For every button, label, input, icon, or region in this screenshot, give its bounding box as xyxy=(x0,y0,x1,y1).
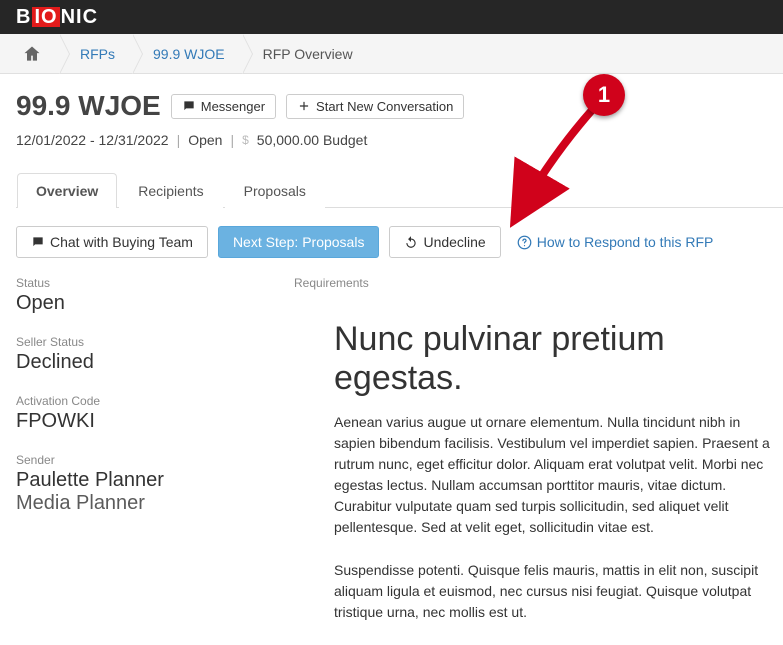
breadcrumb-current: RFP Overview xyxy=(253,46,371,62)
title-row: 99.9 WJOE Messenger Start New Conversati… xyxy=(16,90,783,122)
meta-label: Seller Status xyxy=(16,335,294,349)
chat-icon xyxy=(182,99,196,113)
meta-value: Open xyxy=(16,292,294,315)
logo-part: B xyxy=(16,6,31,29)
requirements-body: Nunc pulvinar pretium egestas. Aenean va… xyxy=(294,320,783,623)
chat-with-buying-team-button[interactable]: Chat with Buying Team xyxy=(16,226,208,258)
start-conversation-label: Start New Conversation xyxy=(316,99,453,114)
meta-label: Activation Code xyxy=(16,394,294,408)
breadcrumb-station[interactable]: 99.9 WJOE xyxy=(143,46,243,62)
page-title: 99.9 WJOE xyxy=(16,90,161,122)
requirements-column: Requirements Nunc pulvinar pretium egest… xyxy=(294,276,783,645)
tab-recipients[interactable]: Recipients xyxy=(119,173,222,208)
messenger-button[interactable]: Messenger xyxy=(171,94,276,119)
dollar-icon: $ xyxy=(242,133,249,147)
messenger-label: Messenger xyxy=(201,99,265,114)
tabs: Overview Recipients Proposals xyxy=(16,172,783,208)
meta-activation-code: Activation Code FPOWKI xyxy=(16,394,294,433)
action-row: Chat with Buying Team Next Step: Proposa… xyxy=(16,226,783,258)
header-subline: 12/01/2022 - 12/31/2022 | Open | $ 50,00… xyxy=(16,132,783,148)
date-range: 12/01/2022 - 12/31/2022 xyxy=(16,132,169,148)
meta-status: Status Open xyxy=(16,276,294,315)
plus-icon xyxy=(297,99,311,113)
meta-sender: Sender Paulette Planner Media Planner xyxy=(16,453,294,515)
help-link[interactable]: How to Respond to this RFP xyxy=(517,234,714,250)
undecline-label: Undecline xyxy=(423,234,485,250)
chat-label: Chat with Buying Team xyxy=(50,234,193,250)
top-bar: BIONIC xyxy=(0,0,783,34)
logo-part: IO xyxy=(32,7,59,27)
meta-label: Sender xyxy=(16,453,294,467)
breadcrumb: RFPs 99.9 WJOE RFP Overview xyxy=(0,34,783,74)
requirements-para: Aenean varius augue ut ornare elementum.… xyxy=(334,412,783,538)
meta-sender-title: Media Planner xyxy=(16,492,294,515)
meta-sender-name: Paulette Planner xyxy=(16,469,294,492)
meta-column: Status Open Seller Status Declined Activ… xyxy=(16,276,294,645)
requirements-heading: Nunc pulvinar pretium egestas. xyxy=(334,320,783,398)
undo-icon xyxy=(404,235,418,249)
content: Status Open Seller Status Declined Activ… xyxy=(16,276,783,645)
home-icon[interactable] xyxy=(12,44,60,64)
separator: | xyxy=(230,132,234,148)
header-status: Open xyxy=(188,132,222,148)
meta-value: Declined xyxy=(16,351,294,374)
tab-proposals[interactable]: Proposals xyxy=(225,173,325,208)
help-label: How to Respond to this RFP xyxy=(537,234,714,250)
requirements-label: Requirements xyxy=(294,276,783,290)
meta-label: Status xyxy=(16,276,294,290)
tab-overview[interactable]: Overview xyxy=(17,173,117,208)
start-conversation-button[interactable]: Start New Conversation xyxy=(286,94,464,119)
logo: BIONIC xyxy=(16,6,98,29)
help-icon xyxy=(517,235,532,250)
chat-icon xyxy=(31,235,45,249)
breadcrumb-rfps[interactable]: RFPs xyxy=(70,46,133,62)
breadcrumb-separator xyxy=(60,34,70,74)
requirements-para: Suspendisse potenti. Quisque felis mauri… xyxy=(334,560,783,623)
next-step-proposals-button[interactable]: Next Step: Proposals xyxy=(218,226,380,258)
meta-value: FPOWKI xyxy=(16,410,294,433)
undecline-button[interactable]: Undecline xyxy=(389,226,500,258)
page-body: 99.9 WJOE Messenger Start New Conversati… xyxy=(0,74,783,645)
separator: | xyxy=(177,132,181,148)
breadcrumb-separator xyxy=(243,34,253,74)
header-budget: 50,000.00 Budget xyxy=(257,132,368,148)
meta-seller-status: Seller Status Declined xyxy=(16,335,294,374)
breadcrumb-separator xyxy=(133,34,143,74)
logo-part: NIC xyxy=(61,6,98,29)
